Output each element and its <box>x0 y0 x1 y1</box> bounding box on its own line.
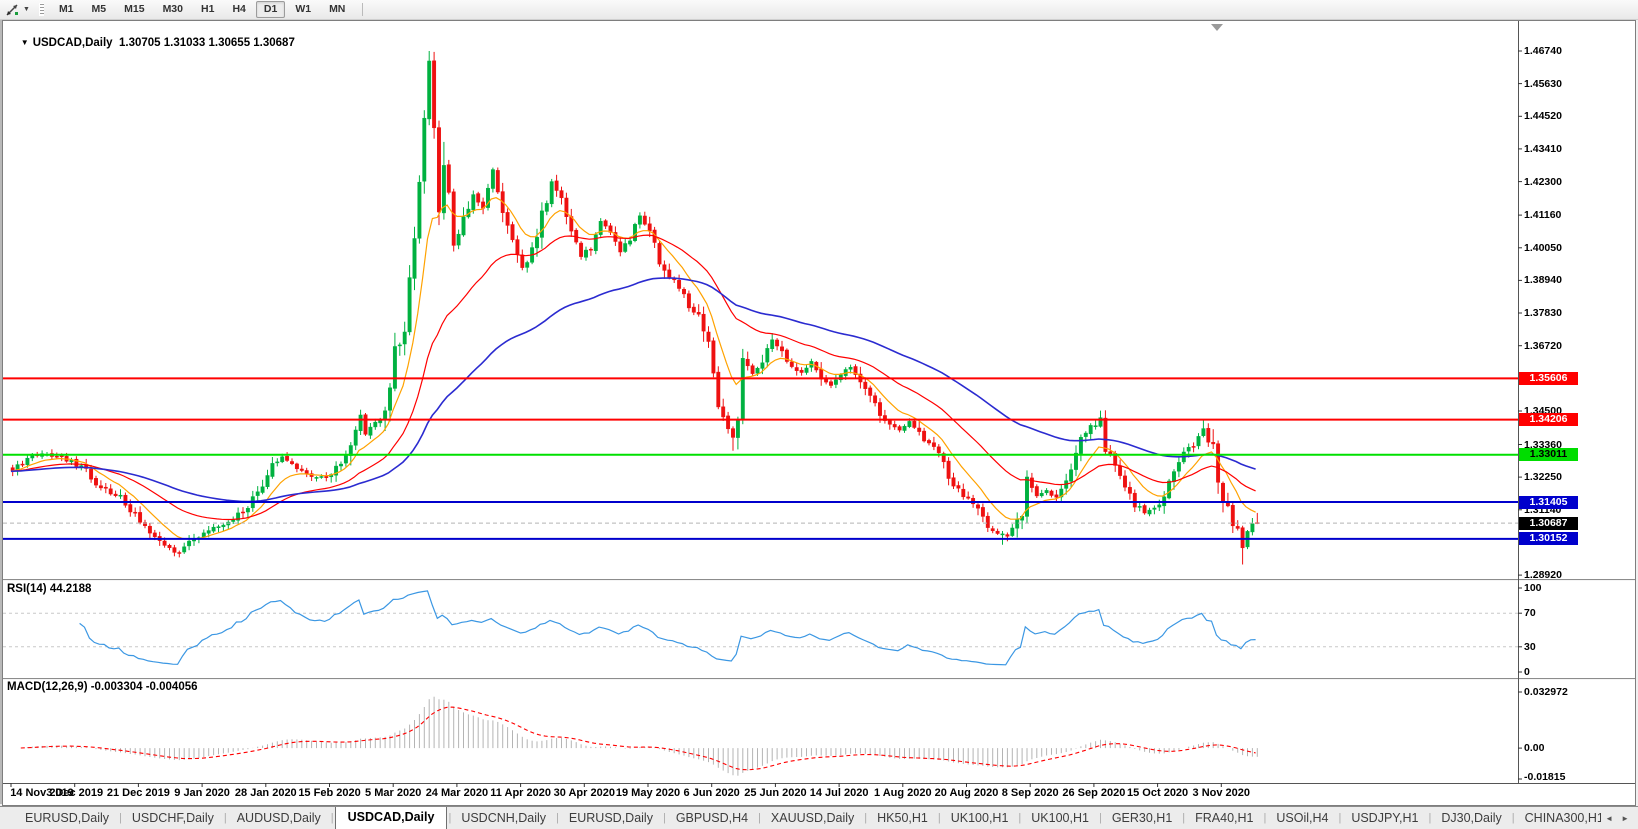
price-axis-label: 1.41160 <box>1524 209 1562 222</box>
chart-tab-gbpusd-h4[interactable]: GBPUSD,H4 <box>667 808 757 828</box>
price-axis-label: 1.43410 <box>1524 142 1562 155</box>
toolbar-grip[interactable] <box>38 3 44 16</box>
chart-tab-china300-h1[interactable]: CHINA300,H1 <box>1516 808 1602 828</box>
dropdown-caret-icon[interactable]: ▼ <box>23 6 30 13</box>
price-line-label[interactable]: 1.31405 <box>1519 495 1578 509</box>
macd-axis-label: 0.032972 <box>1524 686 1568 698</box>
tab-scroll-controls: ◄ ► <box>1601 807 1638 829</box>
timeframe-button-h4[interactable]: H4 <box>224 1 253 18</box>
macd-axis-label: -0.01815 <box>1524 771 1566 783</box>
price-axis-label: 1.38940 <box>1524 274 1562 287</box>
timeframe-button-m30[interactable]: M30 <box>155 1 191 18</box>
chart-tab-fra40-h1[interactable]: FRA40,H1 <box>1186 808 1262 828</box>
timeframe-button-d1[interactable]: D1 <box>255 1 286 18</box>
chart-tab-eurusd-daily[interactable]: EURUSD,Daily <box>16 808 118 828</box>
chart-tab-usdcad-daily[interactable]: USDCAD,Daily <box>334 807 448 829</box>
chart-tab-usdcnh-daily[interactable]: USDCNH,Daily <box>452 808 555 828</box>
tab-scroll-left-icon[interactable]: ◄ <box>1601 812 1617 825</box>
timeframe-toolbar: M1 M5 M15 M30 H1 H4 D1 W1 MN <box>50 0 354 19</box>
crosshair-tool-button[interactable]: ▼ <box>2 2 33 18</box>
price-axis-label: 1.37830 <box>1524 307 1562 320</box>
chart-tab-eurusd-daily[interactable]: EURUSD,Daily <box>560 808 662 828</box>
price-axis-label: 1.40050 <box>1524 241 1562 254</box>
price-axis-label: 1.28920 <box>1524 569 1562 582</box>
rsi-label: RSI(14) 44.2188 <box>7 583 92 595</box>
date-axis-label: 3 Nov 2020 <box>1192 787 1251 799</box>
price-axis-label: 1.42300 <box>1524 175 1562 188</box>
chart-title: ▼ USDCAD,Daily 1.30705 1.31033 1.30655 1.… <box>8 25 295 61</box>
price-axis-label: 1.45630 <box>1524 77 1562 90</box>
chart-tab-usoil-h4[interactable]: USOil,H4 <box>1267 808 1337 828</box>
chart-menu-arrow-icon[interactable]: ▼ <box>21 38 29 47</box>
chart-tab-usdjpy-h1[interactable]: USDJPY,H1 <box>1342 808 1427 828</box>
price-axis-label: 1.32250 <box>1524 471 1562 484</box>
chart-window: ▼ USDCAD,Daily 1.30705 1.31033 1.30655 1.… <box>2 20 1636 806</box>
timeframe-button-mn[interactable]: MN <box>321 1 353 18</box>
price-line-label[interactable]: 1.30687 <box>1519 516 1578 530</box>
macd-label: MACD(12,26,9) -0.003304 -0.004056 <box>7 681 198 693</box>
timeframe-button-w1[interactable]: W1 <box>287 1 319 18</box>
price-axis-label: 1.36720 <box>1524 339 1562 352</box>
window-edge <box>0 20 2 804</box>
rsi-axis-label: 70 <box>1524 607 1536 620</box>
chart-tab-audusd-daily[interactable]: AUDUSD,Daily <box>228 808 330 828</box>
price-line-label[interactable]: 1.35606 <box>1519 371 1578 385</box>
top-toolbar: ▼ M1 M5 M15 M30 H1 H4 D1 W1 MN <box>0 0 1638 20</box>
chart-tab-dj30-daily[interactable]: DJ30,Daily <box>1432 808 1510 828</box>
chart-tab-uk100-h1[interactable]: UK100,H1 <box>1022 808 1098 828</box>
chart-tab-hk50-h1[interactable]: HK50,H1 <box>868 808 937 828</box>
timeframe-button-m1[interactable]: M1 <box>51 1 82 18</box>
chart-tab-xauusd-daily[interactable]: XAUUSD,Daily <box>762 808 863 828</box>
timeframe-button-h1[interactable]: H1 <box>193 1 222 18</box>
chart-symbol-label: USDCAD,Daily <box>32 37 113 49</box>
price-line-label[interactable]: 1.33011 <box>1519 448 1578 462</box>
timeframe-button-m5[interactable]: M5 <box>84 1 115 18</box>
rsi-axis-label: 0 <box>1524 666 1530 678</box>
tab-scroll-right-icon[interactable]: ► <box>1617 812 1633 825</box>
chart-tab-uk100-h1[interactable]: UK100,H1 <box>942 808 1018 828</box>
rsi-axis-label: 100 <box>1524 582 1542 594</box>
timeframe-button-m15[interactable]: M15 <box>116 1 152 18</box>
rsi-axis-label: 30 <box>1524 640 1536 653</box>
price-line-label[interactable]: 1.30152 <box>1519 532 1578 546</box>
price-line-label[interactable]: 1.34206 <box>1519 413 1578 427</box>
price-axis-label: 1.44520 <box>1524 110 1562 123</box>
chart-canvas[interactable] <box>3 21 1635 803</box>
chart-tab-ger30-h1[interactable]: GER30,H1 <box>1103 808 1181 828</box>
chart-background <box>3 21 1635 803</box>
toolbar-separator <box>362 3 364 16</box>
chart-tab-bar: EURUSD,Daily | USDCHF,Daily | AUDUSD,Daily | U… <box>0 806 1638 829</box>
chart-tab-usdchf-daily[interactable]: USDCHF,Daily <box>123 808 223 828</box>
macd-axis-label: 0.00 <box>1524 742 1545 755</box>
price-axis-label: 1.46740 <box>1524 44 1562 57</box>
chart-ohlc-label: 1.30705 1.31033 1.30655 1.30687 <box>118 37 295 49</box>
crosshair-tool-icon <box>6 3 18 16</box>
chart-tab-list: EURUSD,Daily | USDCHF,Daily | AUDUSD,Daily | U… <box>0 807 1601 829</box>
